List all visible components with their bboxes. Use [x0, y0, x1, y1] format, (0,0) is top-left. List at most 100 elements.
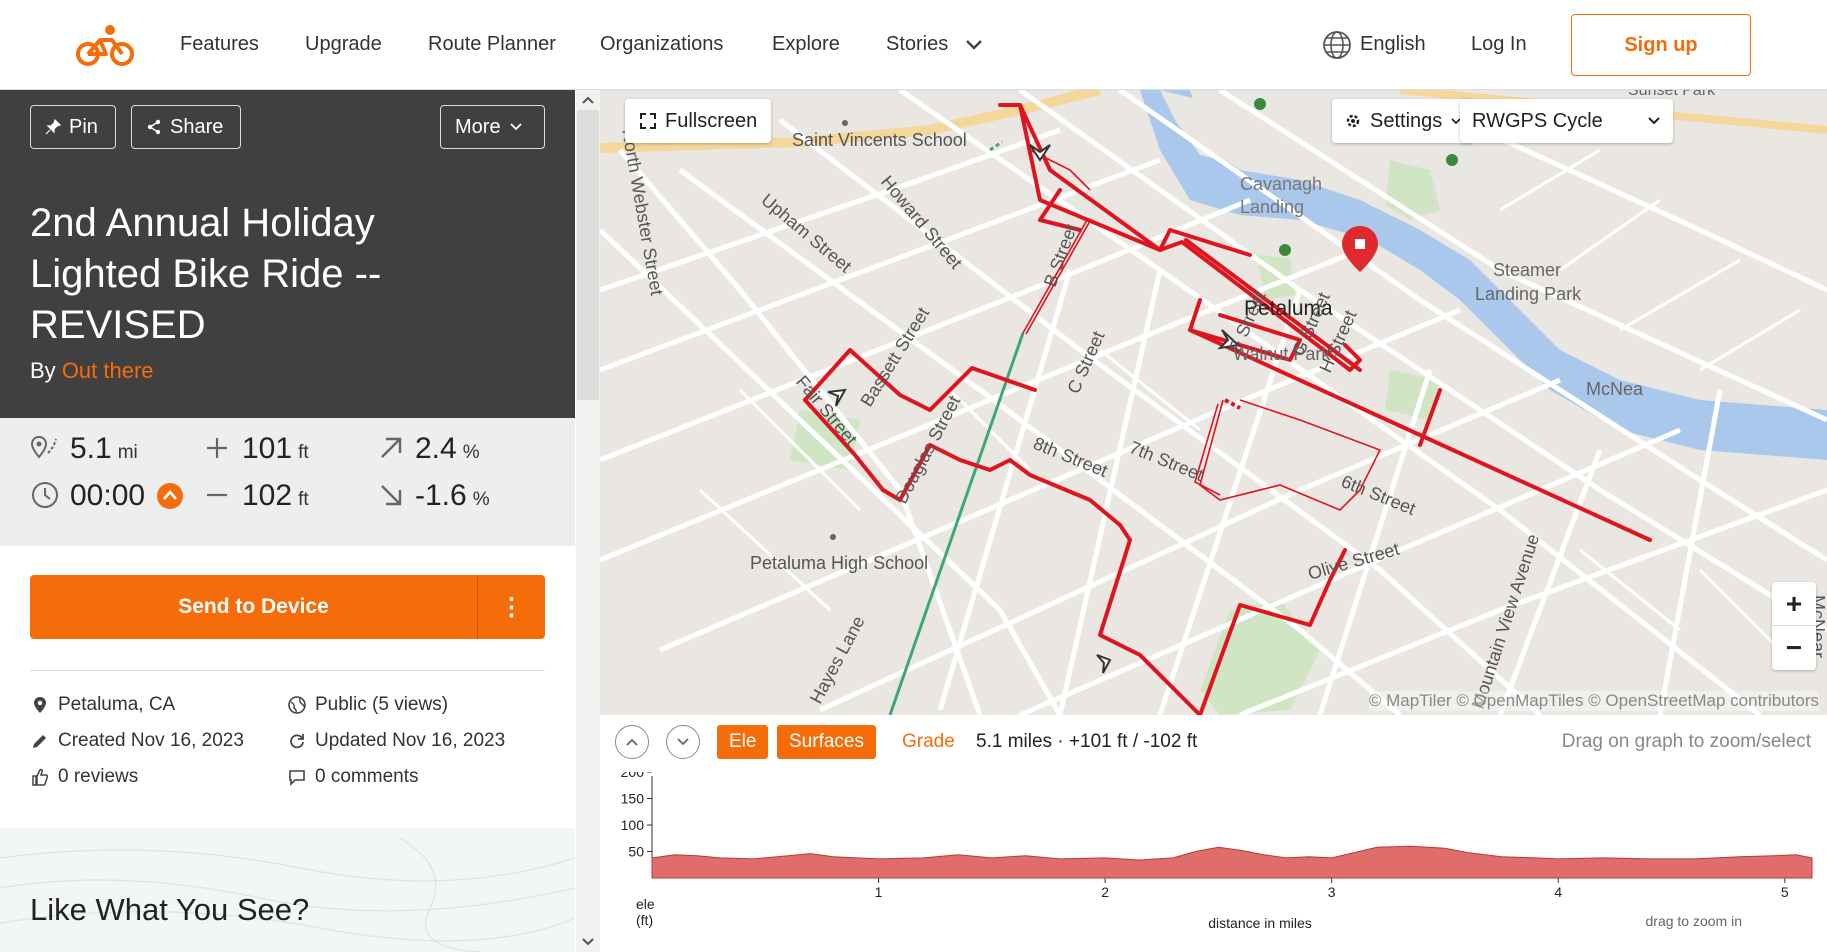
tab-grade[interactable]: Grade: [902, 731, 955, 753]
map-label-c-street: C Street: [1063, 328, 1108, 396]
x-tick-label: 1: [875, 884, 883, 900]
route-header: Pin Share More 2nd Annual Holiday Lighte…: [0, 90, 575, 418]
ascent-stat: 101 ft: [242, 432, 309, 466]
x-axis-label: distance in miles: [1208, 915, 1312, 931]
route-title: 2nd Annual Holiday Lighted Bike Ride -- …: [30, 201, 382, 347]
map-label-saint-vincents: Saint Vincents School: [792, 130, 967, 150]
scrollbar-thumb[interactable]: [577, 110, 599, 400]
x-tick-label: 5: [1781, 884, 1789, 900]
ascent-unit: ft: [298, 442, 309, 463]
more-button[interactable]: More: [440, 105, 545, 149]
divider: [30, 670, 545, 671]
created-text: Created Nov 16, 2023: [58, 730, 244, 751]
reviews-text[interactable]: 0 reviews: [58, 766, 138, 788]
time-stat: 00:00: [70, 479, 145, 513]
distance-unit: mi: [117, 442, 138, 463]
thumbs-up-icon: [32, 768, 49, 786]
x-axis: 1 2 3 4 5: [652, 877, 1812, 900]
zoom-in-button[interactable]: +: [1772, 582, 1816, 626]
fullscreen-label: Fullscreen: [665, 109, 758, 132]
comments-text[interactable]: 0 comments: [315, 766, 418, 788]
by-label: By: [30, 358, 56, 383]
max-grade-value: 2.4: [415, 432, 457, 465]
meta-reviews: 0 reviews: [30, 766, 138, 788]
map-layer-select[interactable]: RWGPS Cycle: [1460, 99, 1673, 143]
meta-comments: 0 comments: [287, 766, 418, 788]
map-label-howard: Howard Street: [877, 172, 966, 273]
route-direction-arrows: [827, 144, 1241, 674]
nav-upgrade[interactable]: Upgrade: [305, 33, 382, 56]
promo-title: Like What You See?: [30, 892, 310, 927]
fullscreen-button[interactable]: Fullscreen: [625, 99, 772, 143]
route-byline: By Out there: [30, 358, 154, 384]
elevation-area: [651, 845, 1813, 879]
signup-button[interactable]: Sign up: [1571, 14, 1751, 76]
nav-features[interactable]: Features: [180, 33, 259, 56]
nav-explore[interactable]: Explore: [772, 33, 840, 56]
zoom-out-button[interactable]: −: [1772, 626, 1816, 670]
pin-button[interactable]: Pin: [30, 105, 116, 149]
plus-icon: [207, 438, 227, 458]
elevation-summary: 5.1 miles · +101 ft / -102 ft: [976, 731, 1198, 752]
map-label-b-street: B Street: [1040, 221, 1081, 289]
clock-icon: [32, 482, 58, 508]
nav-organizations[interactable]: Organizations: [600, 33, 723, 56]
chevron-up-icon: [626, 738, 638, 746]
elevation-chart[interactable]: 50 100 150 200 1 2 3 4 5 ele (ft) distance in m…: [600, 772, 1827, 952]
map-attribution[interactable]: © MapTiler © OpenMapTiles © OpenStreetMa…: [1368, 691, 1819, 711]
login-link[interactable]: Log In: [1471, 33, 1527, 56]
send-to-device-button[interactable]: Send to Device: [30, 575, 477, 639]
chevron-up-icon: [582, 96, 594, 104]
tab-surfaces[interactable]: Surfaces: [777, 725, 876, 759]
chevron-down-icon[interactable]: [964, 38, 984, 52]
park-south: [1200, 600, 1320, 715]
author-link[interactable]: Out there: [62, 358, 154, 383]
route-map[interactable]: Saint Vincents School Cavanagh Landing S…: [600, 90, 1827, 715]
gear-icon: [1346, 114, 1360, 128]
map-canvas[interactable]: Saint Vincents School Cavanagh Landing S…: [600, 90, 1827, 715]
globe-icon[interactable]: [1322, 30, 1352, 60]
pin-label: Pin: [69, 115, 98, 138]
promo-section: [0, 828, 576, 952]
ascent-value: 101: [242, 432, 293, 465]
y-tick-label: 50: [628, 844, 644, 860]
y-axis: 50 100 150 200: [621, 772, 653, 878]
meta-created: Created Nov 16, 2023: [30, 730, 244, 752]
collapse-down-button[interactable]: [666, 725, 700, 759]
max-grade-stat: 2.4 %: [415, 432, 480, 466]
cyclist-logo-icon[interactable]: [76, 24, 134, 68]
location-text[interactable]: Petaluma, CA: [58, 694, 175, 716]
y-axis-label-ele: ele: [636, 896, 655, 912]
share-label: Share: [170, 115, 224, 138]
max-grade-unit: %: [462, 442, 480, 463]
sidebar-content: Pin Share More 2nd Annual Holiday Lighte…: [0, 90, 576, 952]
nav-route-planner[interactable]: Route Planner: [428, 33, 556, 56]
upgrade-badge-icon[interactable]: [157, 483, 183, 509]
chevron-down-icon: [677, 738, 689, 746]
collapse-up-button[interactable]: [615, 725, 649, 759]
tree-icon: [1254, 98, 1266, 110]
scroll-up-arrow[interactable]: [576, 90, 600, 110]
poi-dot: [842, 120, 848, 126]
nav-stories[interactable]: Stories: [886, 33, 948, 56]
location-pin-icon: [34, 697, 46, 713]
map-settings-button[interactable]: Settings: [1332, 99, 1475, 143]
map-label-bassett: Bassett Street: [856, 304, 933, 410]
more-label: More: [455, 115, 501, 138]
scroll-down-arrow[interactable]: [576, 932, 600, 952]
arrow-up-right-icon: [381, 437, 402, 458]
share-button[interactable]: Share: [131, 105, 241, 149]
share-icon: [147, 119, 161, 135]
comment-icon: [289, 770, 305, 786]
route-stats: 5.1 mi 101 ft 2.4 % 00:00 102 ft -1.6 %: [0, 418, 575, 546]
send-options-button[interactable]: ⋮: [478, 575, 545, 639]
map-label-6th: 6th Street: [1339, 471, 1419, 519]
tab-elevation[interactable]: Ele: [717, 725, 769, 759]
y-axis-label-ft: (ft): [636, 912, 653, 928]
map-label-7th: 7th Street: [1127, 437, 1207, 485]
descent-stat: 102 ft: [242, 479, 309, 513]
map-label-landing-park: Landing Park: [1475, 284, 1582, 304]
language-selector[interactable]: English: [1360, 33, 1426, 56]
arrow-down-right-icon: [381, 485, 402, 506]
min-grade-stat: -1.6 %: [415, 479, 490, 513]
